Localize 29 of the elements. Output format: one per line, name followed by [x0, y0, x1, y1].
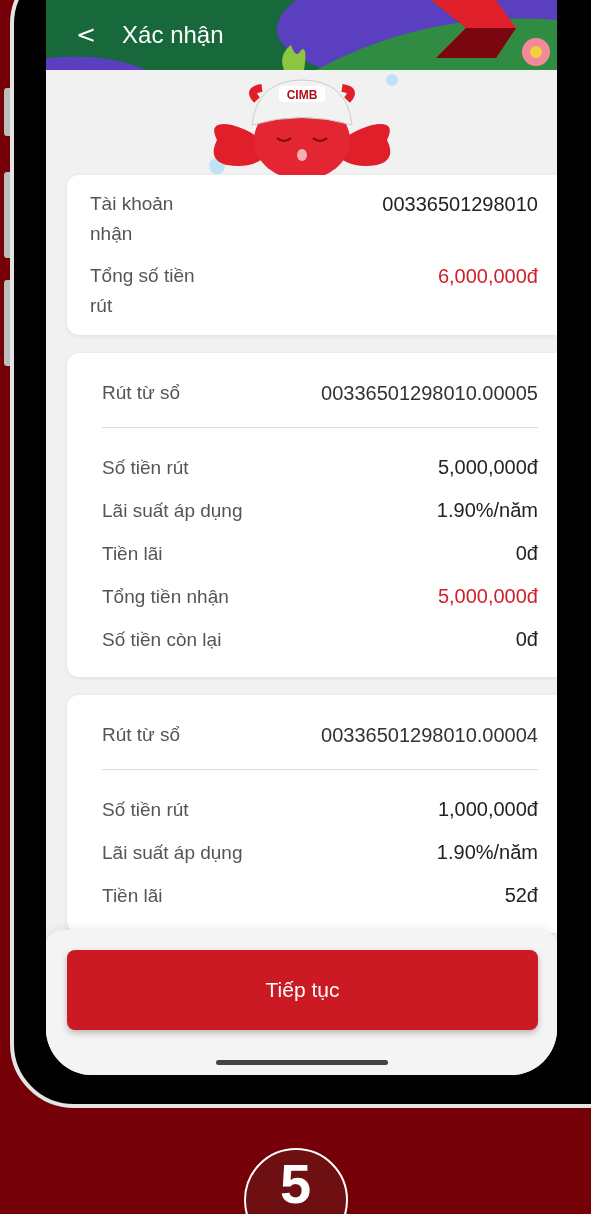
field-label: Tổng số tiền rút [90, 264, 196, 318]
field-value: 0đ [515, 542, 538, 565]
field-label: Số tiền còn lại [102, 628, 222, 651]
field-value: 52đ [504, 884, 538, 907]
continue-button[interactable]: Tiếp tục [67, 950, 538, 1030]
field-value: 1,000,000đ [437, 798, 538, 821]
field-label: Số tiền rút [102, 798, 189, 821]
field-label: Tiền lãi [102, 542, 163, 565]
field-value: 0đ [515, 628, 538, 651]
field-label: Tổng tiền nhận [102, 585, 229, 608]
field-value: 1.90%/năm [436, 499, 538, 522]
back-button[interactable]: < [76, 23, 97, 47]
field-label: Số tiền rút [102, 456, 189, 479]
field-value: 5,000,000đ [437, 585, 538, 608]
screen-title: Xác nhận [122, 21, 224, 49]
cap-logo-text: CIMB [286, 88, 317, 102]
field-value: 6,000,000đ [437, 264, 538, 289]
field-label: Rút từ sổ [102, 724, 181, 746]
field-value: 1.90%/năm [436, 841, 538, 864]
account-number: 00336501298010.00005 [321, 381, 538, 405]
field-value: 00336501298010 [382, 192, 538, 217]
field-label: Lãi suất áp dụng [102, 841, 243, 864]
field-value: 5,000,000đ [437, 456, 538, 479]
field-label: Tiền lãi [102, 884, 163, 907]
step-number-badge: 5 [243, 1148, 348, 1214]
field-label: Lãi suất áp dụng [102, 499, 243, 522]
field-label: Tài khoản nhận [90, 192, 175, 246]
field-label: Rút từ sổ [102, 382, 181, 404]
account-number: 00336501298010.00004 [321, 723, 538, 747]
